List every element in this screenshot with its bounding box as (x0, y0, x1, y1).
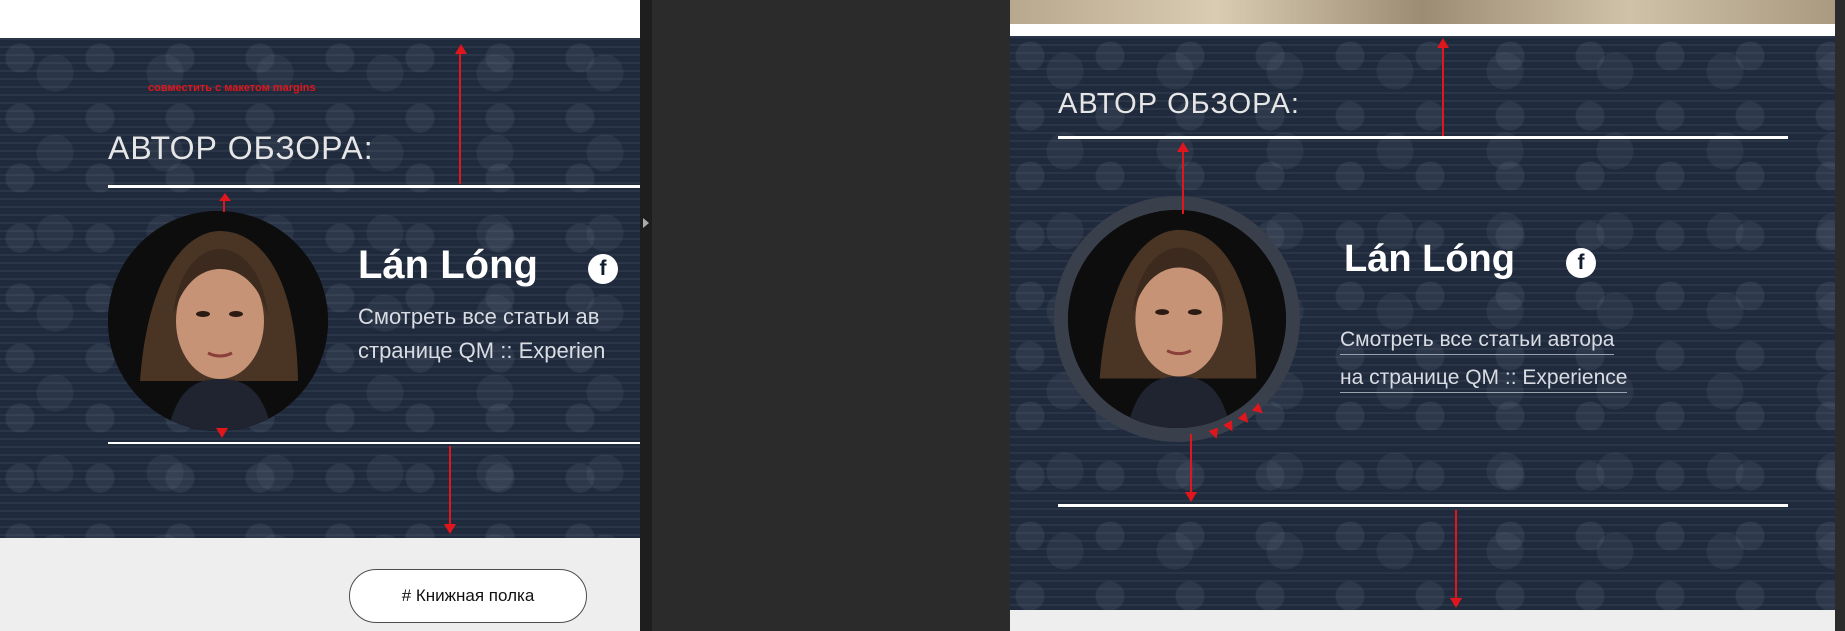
author-name: Lán Lóng (1344, 238, 1515, 280)
empty-workspace (652, 0, 1010, 631)
arrowhead-avatar-bottom (216, 428, 228, 438)
arrowhead-top (455, 44, 467, 54)
right-mockup-panel: АВТОР ОБЗОРА: Lán Lóng f Смотреть все ст… (1010, 0, 1845, 631)
spacing-arrow-top (459, 48, 461, 184)
margin-note: совместить с макетом margins (148, 82, 316, 94)
spacing-arrow-top (1442, 44, 1444, 136)
facebook-icon[interactable]: f (588, 254, 618, 284)
author-name: Lán Lóng (358, 243, 538, 287)
author-review-section: совместить с макетом margins АВТОР ОБЗОР… (0, 38, 640, 538)
spacing-arrow-bottom (449, 446, 451, 528)
panel-divider[interactable] (640, 0, 652, 631)
avatar (1068, 210, 1286, 428)
view-articles-link-line2[interactable]: на странице QM :: Experience (1340, 366, 1628, 393)
section-title: АВТОР ОБЗОРА: (1058, 88, 1300, 120)
arrowhead-bottom (1450, 598, 1462, 608)
spacing-arrow-avatar-bottom (1190, 434, 1192, 496)
bookshelf-tag-button[interactable]: # Книжная полка (349, 569, 587, 623)
view-articles-link-line1[interactable]: Смотреть все статьи ав (358, 304, 599, 330)
arrowhead-avatar-top (1177, 142, 1189, 152)
arrowhead-avatar-bottom (1185, 492, 1197, 502)
view-articles-link-line2[interactable]: странице QM :: Experien (358, 338, 605, 364)
top-divider-line (108, 185, 640, 188)
arrowhead-top (1437, 38, 1449, 48)
top-white-strip (0, 0, 640, 38)
author-review-section-mockup: АВТОР ОБЗОРА: Lán Lóng f Смотреть все ст… (1010, 36, 1835, 610)
spacing-arrow-avatar-top (1182, 148, 1184, 214)
left-preview-panel: совместить с макетом margins АВТОР ОБЗОР… (0, 0, 640, 631)
arrowhead-small (219, 193, 231, 201)
spacing-arrow-bottom (1455, 510, 1457, 600)
avatar-image (1068, 210, 1286, 428)
collapse-arrow-icon[interactable] (643, 218, 649, 228)
white-band (1010, 24, 1835, 36)
section-title: АВТОР ОБЗОРА: (108, 130, 374, 166)
arrowhead-bottom (444, 524, 456, 534)
top-divider-line (1058, 136, 1788, 139)
gray-footer-area: # Книжная полка (0, 538, 640, 631)
avatar (108, 211, 328, 431)
facebook-icon[interactable]: f (1566, 248, 1596, 278)
gray-footer-strip (1010, 610, 1835, 631)
bottom-divider-line (1058, 504, 1788, 507)
wood-header-strip (1010, 0, 1835, 24)
bottom-divider-line (108, 442, 640, 444)
view-articles-link-line1[interactable]: Смотреть все статьи автора (1340, 328, 1615, 355)
avatar-image (108, 211, 328, 431)
